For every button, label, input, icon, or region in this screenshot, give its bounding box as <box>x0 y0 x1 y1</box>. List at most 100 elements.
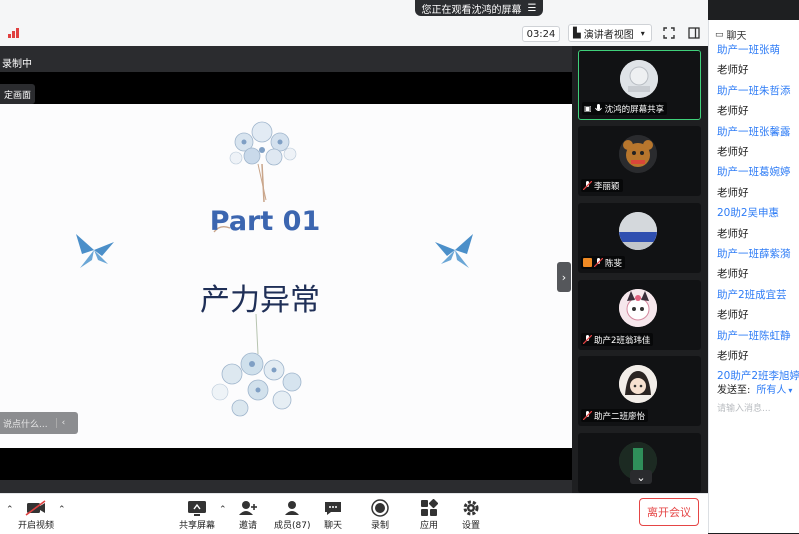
tile-label: ▣ 沈鸿的屏幕共享 <box>582 102 668 115</box>
settings-label: 设置 <box>462 521 481 531</box>
send-to-value[interactable]: 所有人 <box>756 385 786 396</box>
slide-subtitle: 产力异常 <box>200 283 320 318</box>
chevron-up-icon[interactable]: ⌃ <box>219 505 227 515</box>
record-button[interactable]: 录制 <box>371 498 389 531</box>
side-panel-icon[interactable] <box>687 26 701 40</box>
view-selector-label: 演讲者视图 <box>583 29 634 41</box>
host-icon <box>583 258 592 267</box>
mic-icon <box>594 104 603 113</box>
chat-sender-name: 助产一班薛紫漪 <box>717 248 791 260</box>
stage-chat-input-placeholder: 说点什么... <box>3 419 48 430</box>
participant-name: 助产2班翁玮佳 <box>594 335 651 346</box>
left-butterfly-illustration <box>76 234 114 268</box>
apps-icon <box>420 498 438 518</box>
apps-label: 应用 <box>420 521 439 531</box>
chat-sender-name: 助产一班张萌 <box>717 44 780 56</box>
avatar <box>619 289 657 327</box>
layout-icon: ▙ <box>573 27 581 39</box>
invite-label: 邀请 <box>238 521 257 531</box>
avatar <box>619 365 657 403</box>
record-icon <box>371 498 389 518</box>
members-icon <box>283 498 301 518</box>
chat-sender-name: 助产一班陈虹静 <box>717 329 791 342</box>
settings-button[interactable]: 设置 <box>462 498 480 531</box>
participant-tile[interactable]: ▣ 沈鸿的屏幕共享 <box>578 50 701 120</box>
share-screen-icon <box>187 498 207 518</box>
view-selector[interactable]: ▙ 演讲者视图 ▾ <box>568 24 652 42</box>
mic-muted-icon <box>583 181 592 190</box>
tile-label: 李丽颖 <box>581 179 623 192</box>
screen-share-icon: ▣ <box>584 104 592 113</box>
participant-tile[interactable]: 李丽颖 <box>578 126 701 196</box>
gear-icon <box>462 498 480 518</box>
tile-label: 助产二班廖怡 <box>581 409 649 422</box>
mic-muted-icon <box>583 411 592 420</box>
screen-share-thumbnail <box>620 60 658 98</box>
avatar <box>619 135 657 173</box>
leave-meeting-button[interactable]: 离开会议 <box>639 498 699 526</box>
participant-tile[interactable]: 陈斐 <box>578 203 701 273</box>
chat-button[interactable]: 聊天 <box>324 498 342 531</box>
participant-name: 陈斐 <box>605 258 623 269</box>
participant-tile[interactable] <box>578 433 701 493</box>
bottom-flower-illustration <box>211 313 302 417</box>
chat-title: 聊天 <box>726 31 747 42</box>
bottom-toolbar <box>0 493 708 534</box>
fullscreen-icon[interactable] <box>662 26 676 40</box>
participant-tile[interactable]: 助产二班廖怡 <box>578 356 701 426</box>
chevron-down-icon: ⌄ <box>636 470 646 484</box>
pin-screen-button[interactable]: 定画面 <box>0 84 35 104</box>
members-label: 成员(87) <box>274 521 311 531</box>
start-video-label: 开启视频 <box>18 521 55 531</box>
share-screen-label: 共享屏幕 <box>179 521 216 531</box>
chevron-down-icon: ▾ <box>788 386 793 395</box>
right-butterfly-illustration <box>435 234 473 268</box>
chat-message-text: 老师好 <box>717 105 749 118</box>
chat-sender-name: 助产一班葛婉婷 <box>717 166 791 179</box>
share-screen-button[interactable]: 共享屏幕 <box>179 498 215 531</box>
collapse-sidebar-button[interactable]: › <box>557 262 571 292</box>
recording-indicator: 录制中 <box>2 58 32 70</box>
send-to-label: 发送至: <box>717 385 751 396</box>
chat-message-text: 老师好 <box>717 186 749 199</box>
chat-message-text: 老师好 <box>717 227 749 240</box>
participant-name: 沈鸿的屏幕共享 <box>604 104 665 115</box>
chat-sender-name: 20助2吴申惠 <box>717 207 780 220</box>
chat-icon: ▭ <box>715 29 724 40</box>
send-to-selector[interactable]: 发送至: 所有人 ▾ <box>717 381 792 396</box>
chat-header: ▭ 聊天 <box>715 27 747 43</box>
slide-title: Part 01 <box>209 206 321 237</box>
chevron-up-icon[interactable]: ⌃ <box>6 505 14 515</box>
chat-bubble-icon <box>324 498 342 518</box>
participant-tile[interactable]: 助产2班翁玮佳 <box>578 280 701 350</box>
participant-name: 助产二班廖怡 <box>594 411 646 422</box>
mic-muted-icon <box>594 258 603 267</box>
chevron-up-icon[interactable]: ⌃ <box>58 505 66 515</box>
invite-button[interactable]: 邀请 <box>238 498 258 531</box>
tile-label: 陈斐 <box>581 256 626 269</box>
chevron-right-icon: › <box>561 270 567 284</box>
chevron-down-icon: ▾ <box>640 28 645 38</box>
meeting-timer: 03:24 <box>522 26 560 42</box>
chat-input[interactable]: 请输入消息... <box>717 401 771 414</box>
chat-sender-name: 助产一班朱哲添 <box>717 84 791 97</box>
start-video-button[interactable]: 开启视频 <box>18 498 54 531</box>
menu-icon[interactable]: ☰ <box>528 3 537 14</box>
chat-sender-name: 助产一班张馨露 <box>717 125 791 138</box>
viewing-banner-text: 您正在观看沈鸿的屏幕 <box>421 4 522 16</box>
scroll-down-button[interactable]: ⌄ <box>630 470 652 484</box>
chat-message-text: 老师好 <box>717 309 749 322</box>
members-button[interactable]: 成员(87) <box>274 498 310 531</box>
chat-message-text: 老师好 <box>717 146 749 158</box>
signal-icon <box>8 24 24 38</box>
chat-sender-name: 助产2班成宜芸 <box>717 288 787 301</box>
chat-message-text: 老师好 <box>717 350 749 362</box>
chat-panel: ▭ 聊天 助产一班张萌 老师好 助产一班朱哲添 老师好 助产一班张馨露 老师好 助产一班葛婉… <box>708 20 799 533</box>
mic-muted-icon <box>583 335 592 344</box>
apps-button[interactable]: 应用 <box>420 498 438 531</box>
participant-name: 李丽颖 <box>594 181 620 192</box>
chat-message-text: 老师好 <box>717 268 749 281</box>
stage-chat-input[interactable]: 说点什么... ‹ <box>0 412 78 434</box>
chat-label: 聊天 <box>324 521 343 531</box>
chevron-left-icon[interactable]: ‹ <box>55 418 65 428</box>
